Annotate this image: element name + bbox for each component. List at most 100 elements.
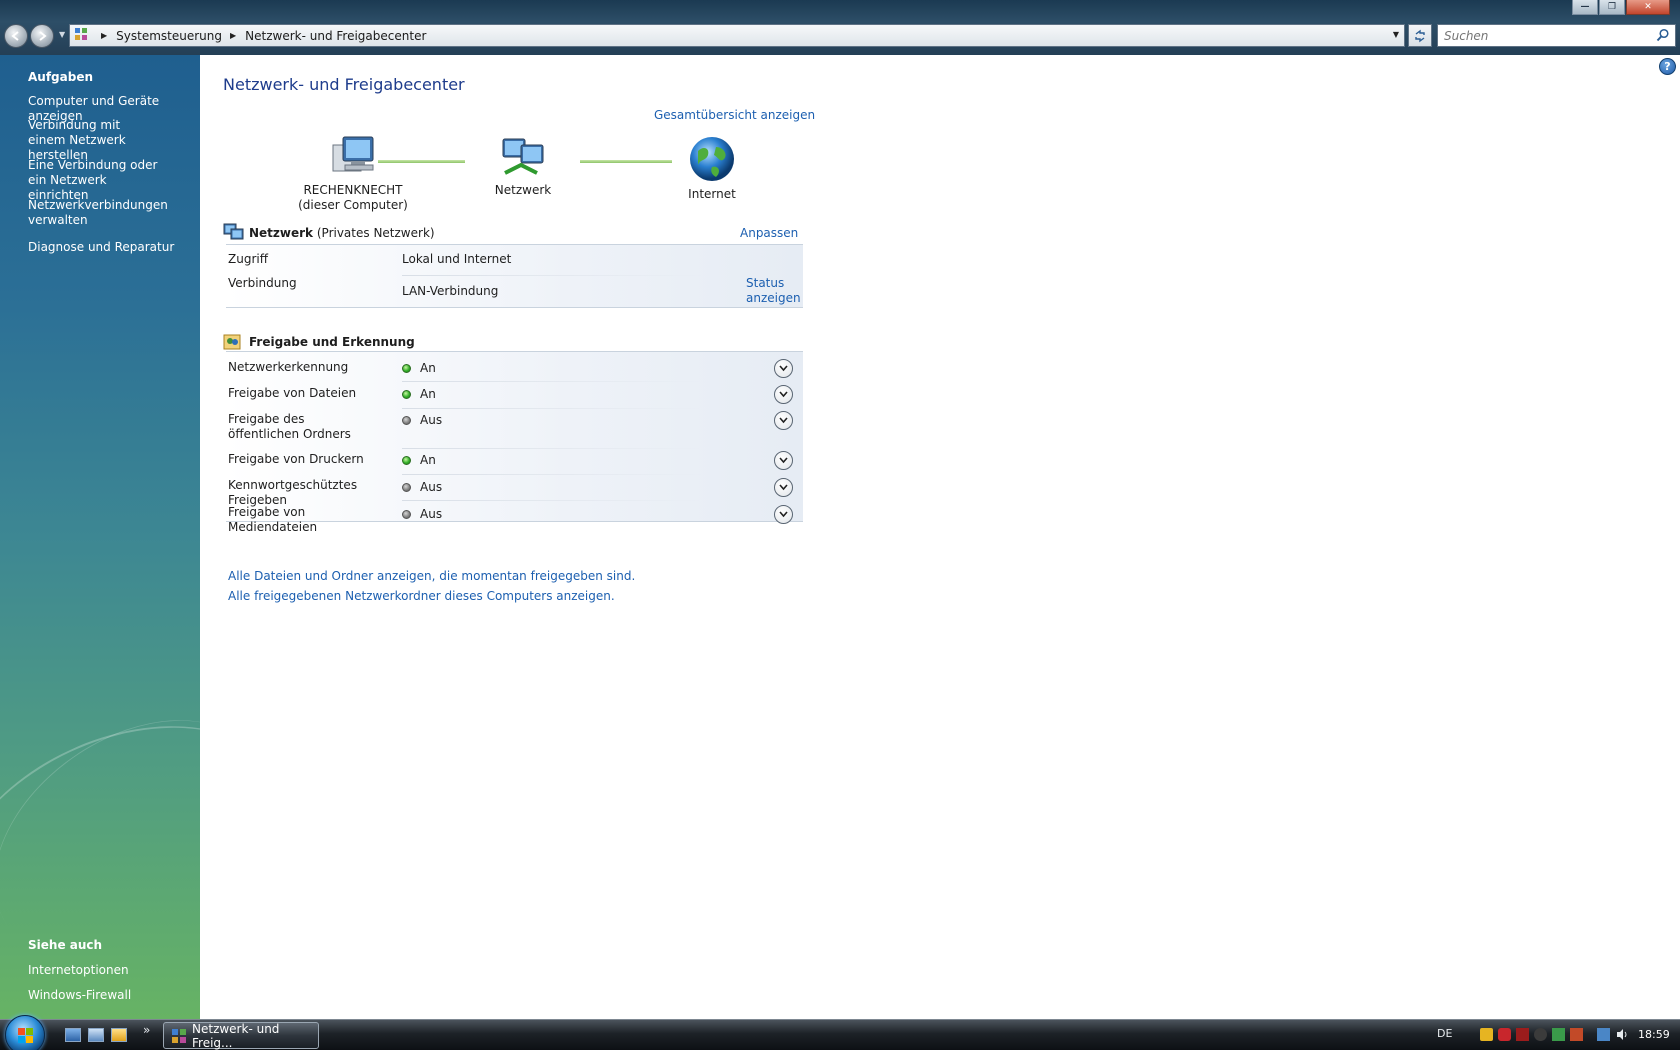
public-folder-sharing-label: Freigabe des öffentlichen Ordners: [228, 412, 351, 441]
close-button[interactable]: ✕: [1626, 0, 1670, 15]
breadcrumb-separator-icon[interactable]: ▶: [101, 31, 107, 40]
minimize-button[interactable]: —: [1572, 0, 1598, 15]
full-map-link[interactable]: Gesamtübersicht anzeigen: [654, 108, 815, 122]
network-discovery-state: An: [420, 361, 436, 375]
customize-link[interactable]: Anpassen: [740, 226, 798, 240]
network-discovery-label: Netzwerkerkennung: [228, 360, 349, 374]
maximize-button[interactable]: ❐: [1599, 0, 1625, 15]
page-title: Netzwerk- und Freigabecenter: [223, 75, 465, 94]
search-input[interactable]: [1438, 25, 1648, 46]
public-folder-sharing-expand-button[interactable]: [774, 411, 793, 430]
tray-network-icon[interactable]: [1597, 1028, 1610, 1041]
network-icon: [502, 138, 544, 175]
address-bar[interactable]: ▶ Systemsteuerung ▶ Netzwerk- und Freiga…: [69, 24, 1405, 47]
quicklaunch-more-icon[interactable]: »: [143, 1023, 150, 1037]
taskbar-window-button[interactable]: Netzwerk- und Freig...: [163, 1022, 319, 1050]
printer-sharing-expand-button[interactable]: [774, 451, 793, 470]
internet-node-label: Internet: [688, 187, 736, 201]
language-indicator[interactable]: DE: [1437, 1027, 1452, 1040]
task-setup-connection[interactable]: Eine Verbindung oder ein Netzwerk einric…: [28, 158, 163, 203]
globe-icon: [690, 137, 734, 181]
see-also-windows-firewall[interactable]: Windows-Firewall: [28, 988, 198, 1003]
task-diagnose-repair[interactable]: Diagnose und Reparatur: [28, 240, 198, 255]
tray-warning-icon[interactable]: [1570, 1028, 1583, 1041]
forward-arrow-icon: [39, 31, 47, 41]
file-sharing-label: Freigabe von Dateien: [228, 386, 357, 400]
see-also-heading: Siehe auch: [28, 938, 103, 952]
control-panel-icon: [75, 27, 93, 44]
task-manage-connections[interactable]: Netzwerkverbindungen verwalten: [28, 198, 168, 228]
password-sharing-expand-button[interactable]: [774, 478, 793, 497]
computer-name-label: RECHENKNECHT: [303, 183, 403, 197]
media-player-icon[interactable]: [111, 1028, 127, 1042]
start-button[interactable]: [5, 1015, 45, 1050]
network-details-panel: Zugriff Lokal und Internet Verbindung LA…: [226, 244, 803, 308]
breadcrumb-separator-icon[interactable]: ▶: [230, 31, 236, 40]
task-pane: Aufgaben Computer und Geräte anzeigen Ve…: [0, 55, 200, 1019]
see-also-internet-options[interactable]: Internetoptionen: [28, 963, 198, 978]
taskbar-clock[interactable]: 18:59: [1638, 1028, 1670, 1041]
connection-value: LAN-Verbindung: [402, 284, 499, 298]
show-desktop-icon[interactable]: [65, 1028, 81, 1042]
tray-volume-icon[interactable]: [1616, 1028, 1629, 1041]
help-icon[interactable]: ?: [1659, 58, 1676, 75]
tray-security-icon[interactable]: [1516, 1028, 1529, 1041]
internet-node[interactable]: Internet: [672, 135, 752, 202]
tray-shield-icon[interactable]: [1498, 1028, 1511, 1041]
refresh-button[interactable]: [1408, 24, 1432, 47]
switch-windows-icon[interactable]: [88, 1028, 104, 1042]
network-type: (Privates Netzwerk): [316, 226, 435, 240]
access-label: Zugriff: [228, 252, 268, 266]
password-sharing-label: Kennwortgeschütztes Freigeben: [228, 478, 358, 507]
status-off-icon: [402, 416, 411, 425]
breadcrumb-control-panel[interactable]: Systemsteuerung: [116, 29, 222, 43]
file-sharing-state: An: [420, 387, 436, 401]
tray-app-icon[interactable]: [1534, 1028, 1547, 1041]
view-status-link[interactable]: Status anzeigen: [746, 276, 801, 306]
media-sharing-label: Freigabe von Mediendateien: [228, 505, 318, 534]
show-shared-files-link[interactable]: Alle Dateien und Ordner anzeigen, die mo…: [228, 569, 635, 583]
computer-sub-label: (dieser Computer): [298, 198, 408, 212]
public-folder-sharing-state: Aus: [420, 413, 443, 427]
window-controls: — ❐ ✕: [1572, 0, 1670, 15]
chevron-down-icon: [779, 511, 788, 518]
printer-sharing-label: Freigabe von Druckern: [228, 452, 364, 466]
network-node[interactable]: Netzwerk: [483, 135, 563, 198]
media-sharing-expand-button[interactable]: [774, 505, 793, 524]
media-sharing-state: Aus: [420, 507, 443, 521]
forward-button[interactable]: [30, 24, 54, 48]
address-dropdown-icon[interactable]: ▼: [1393, 30, 1399, 39]
tray-users-icon[interactable]: [1480, 1028, 1493, 1041]
chevron-down-icon: [779, 365, 788, 372]
connection-line: [378, 160, 465, 163]
file-sharing-expand-button[interactable]: [774, 385, 793, 404]
task-connect-network[interactable]: Verbindung mit einem Netzwerk herstellen: [28, 118, 158, 163]
search-icon[interactable]: [1656, 28, 1670, 42]
status-on-icon: [402, 456, 411, 465]
status-on-icon: [402, 364, 411, 373]
connection-label: Verbindung: [228, 276, 297, 290]
title-bar: — ❐ ✕ ▼ ▶ Systemsteuerung ▶ Netzwerk- un…: [0, 0, 1680, 55]
tray-network-activity-icon[interactable]: [1552, 1028, 1565, 1041]
recent-pages-dropdown[interactable]: ▼: [59, 30, 65, 39]
network-name: Netzwerk: [249, 226, 314, 240]
search-box[interactable]: [1437, 24, 1676, 47]
control-panel-icon: [172, 1029, 186, 1043]
sharing-panel: Netzwerkerkennung An Freigabe von Dateie…: [226, 351, 803, 534]
network-node-label: Netzwerk: [494, 183, 552, 197]
taskbar: » Netzwerk- und Freig... DE 18:59: [0, 1015, 1680, 1050]
status-off-icon: [402, 510, 411, 519]
network-small-icon: [223, 223, 244, 240]
this-computer-node[interactable]: RECHENKNECHT (dieser Computer): [298, 135, 408, 213]
chevron-down-icon: [779, 391, 788, 398]
chevron-down-icon: [779, 484, 788, 491]
windows-logo-icon: [18, 1028, 34, 1044]
password-sharing-state: Aus: [420, 480, 443, 494]
status-off-icon: [402, 483, 411, 492]
access-value: Lokal und Internet: [402, 252, 512, 266]
back-button[interactable]: [4, 24, 28, 48]
breadcrumb-network-center[interactable]: Netzwerk- und Freigabecenter: [245, 29, 426, 43]
network-section-heading: Netzwerk (Privates Netzwerk): [249, 226, 435, 240]
network-discovery-expand-button[interactable]: [774, 359, 793, 378]
show-shared-folders-link[interactable]: Alle freigegebenen Netzwerkordner dieses…: [228, 589, 615, 603]
